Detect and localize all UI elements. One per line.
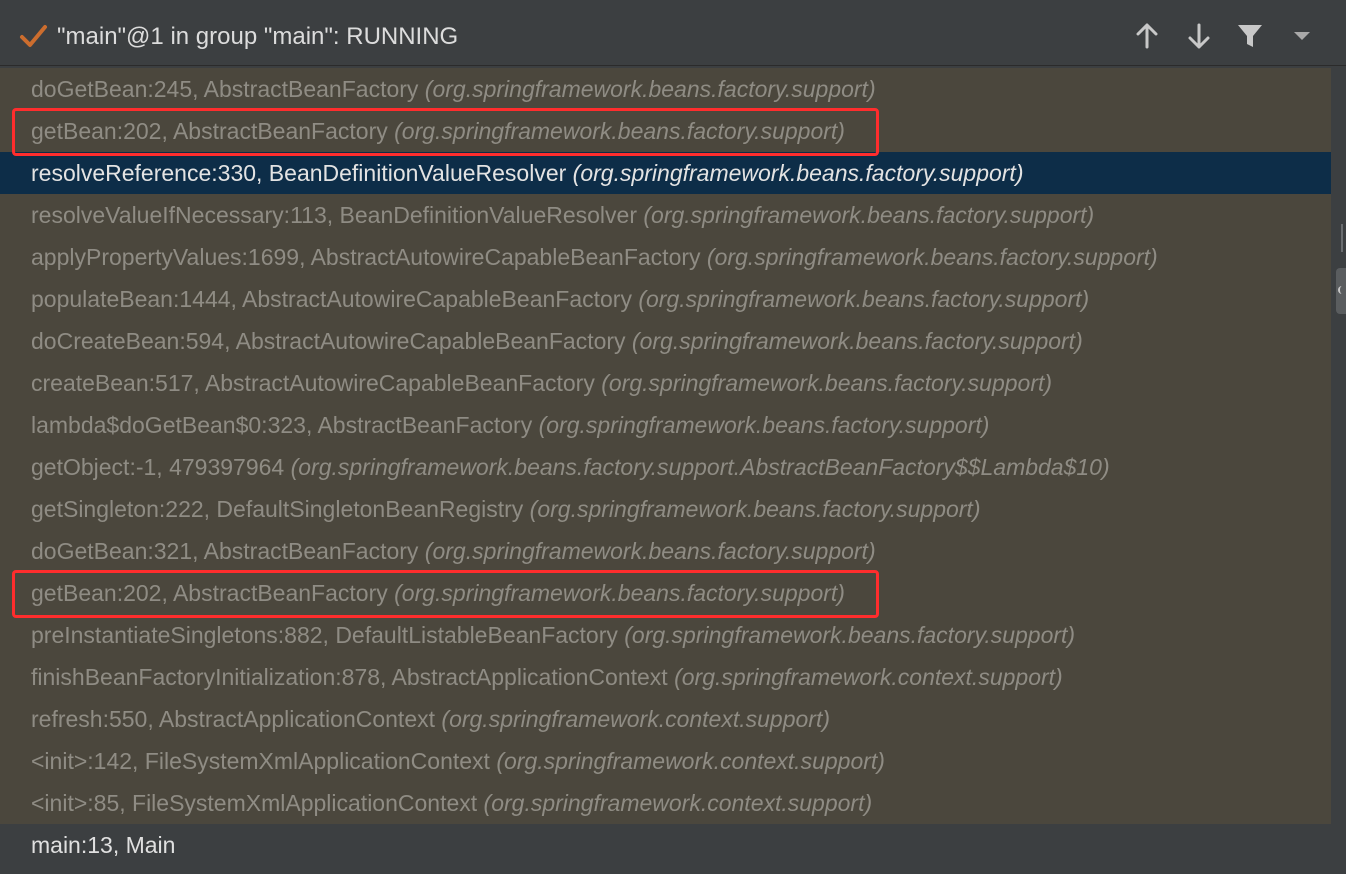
frame-method: <init>:142, FileSystemXmlApplicationCont… <box>31 748 490 774</box>
dropdown-button[interactable] <box>1284 18 1320 54</box>
highlight-box <box>12 108 879 156</box>
frame-method: finishBeanFactoryInitialization:878, Abs… <box>31 664 668 690</box>
stack-frame-row[interactable]: preInstantiateSingletons:882, DefaultLis… <box>0 614 1331 656</box>
frame-method: doCreateBean:594, AbstractAutowireCapabl… <box>31 328 626 354</box>
scrollbar-marker <box>1341 224 1343 252</box>
stack-frame-row[interactable]: resolveValueIfNecessary:113, BeanDefinit… <box>0 194 1331 236</box>
frame-package: (org.springframework.beans.factory.suppo… <box>601 370 1053 396</box>
up-arrow-icon <box>1136 23 1158 49</box>
frame-method: resolveReference:330, BeanDefinitionValu… <box>31 160 567 186</box>
frame-package: (org.springframework.beans.factory.suppo… <box>572 160 1024 186</box>
frame-package: (org.springframework.beans.factory.suppo… <box>290 454 1110 480</box>
stack-frame-row[interactable]: getObject:-1, 479397964 (org.springframe… <box>0 446 1331 488</box>
frame-package: (org.springframework.beans.factory.suppo… <box>624 622 1076 648</box>
frame-package: (org.springframework.beans.factory.suppo… <box>529 496 981 522</box>
frame-method: applyPropertyValues:1699, AbstractAutowi… <box>31 244 701 270</box>
stack-frame-row[interactable]: resolveReference:330, BeanDefinitionValu… <box>0 152 1331 194</box>
dropdown-icon <box>1294 32 1310 40</box>
stack-frame-row[interactable]: refresh:550, AbstractApplicationContext … <box>0 698 1331 740</box>
vertical-scrollbar[interactable] <box>1331 68 1346 874</box>
frame-package: (org.springframework.context.support) <box>441 706 831 732</box>
stack-frame-row[interactable]: lambda$doGetBean$0:323, AbstractBeanFact… <box>0 404 1331 446</box>
down-arrow-button[interactable] <box>1181 18 1217 54</box>
filter-button[interactable] <box>1232 18 1268 54</box>
frame-package: (org.springframework.beans.factory.suppo… <box>643 202 1095 228</box>
stack-frame-row[interactable]: populateBean:1444, AbstractAutowireCapab… <box>0 278 1331 320</box>
frame-method: doGetBean:321, AbstractBeanFactory <box>31 538 419 564</box>
frame-package: (org.springframework.context.support) <box>483 790 873 816</box>
frame-method: preInstantiateSingletons:882, DefaultLis… <box>31 622 618 648</box>
stack-frame-row[interactable]: finishBeanFactoryInitialization:878, Abs… <box>0 656 1331 698</box>
frame-method: refresh:550, AbstractApplicationContext <box>31 706 436 732</box>
stack-frame-row[interactable]: <init>:85, FileSystemXmlApplicationConte… <box>0 782 1331 824</box>
frame-method: resolveValueIfNecessary:113, BeanDefinit… <box>31 202 637 228</box>
frame-package: (org.springframework.beans.factory.suppo… <box>424 76 876 102</box>
filter-icon <box>1238 25 1262 47</box>
up-arrow-button[interactable] <box>1129 18 1165 54</box>
check-icon <box>20 25 47 47</box>
highlight-box <box>12 570 879 618</box>
stack-frame-row[interactable]: applyPropertyValues:1699, AbstractAutowi… <box>0 236 1331 278</box>
frame-package: (org.springframework.beans.factory.suppo… <box>638 286 1090 312</box>
stack-frame-row[interactable]: doCreateBean:594, AbstractAutowireCapabl… <box>0 320 1331 362</box>
frame-method: <init>:85, FileSystemXmlApplicationConte… <box>31 790 478 816</box>
frame-package: (org.springframework.beans.factory.suppo… <box>706 244 1158 270</box>
frame-method: createBean:517, AbstractAutowireCapableB… <box>31 370 595 396</box>
stack-frame-row[interactable]: doGetBean:245, AbstractBeanFactory (org.… <box>0 68 1331 110</box>
frame-package: (org.springframework.context.support) <box>496 748 885 774</box>
thread-header[interactable]: "main"@1 in group "main": RUNNING <box>0 0 1346 66</box>
debugger-frames-panel: "main"@1 in group "main": RUNNING doGetB… <box>0 0 1346 874</box>
frame-method: main:13, Main <box>31 832 176 858</box>
frame-method: doGetBean:245, AbstractBeanFactory <box>31 76 419 102</box>
down-arrow-icon <box>1188 23 1210 49</box>
stack-frames-list: doGetBean:245, AbstractBeanFactory (org.… <box>0 68 1331 824</box>
thread-title: "main"@1 in group "main": RUNNING <box>57 23 459 50</box>
stack-frame-main[interactable]: main:13, Main <box>0 824 1331 866</box>
stack-frame-row[interactable]: <init>:142, FileSystemXmlApplicationCont… <box>0 740 1331 782</box>
frame-package: (org.springframework.beans.factory.suppo… <box>538 412 990 438</box>
frame-method: getObject:-1, 479397964 <box>31 454 285 480</box>
frame-package: (org.springframework.beans.factory.suppo… <box>631 328 1083 354</box>
frame-method: getSingleton:222, DefaultSingletonBeanRe… <box>31 496 524 522</box>
side-tab-handle[interactable] <box>1336 268 1346 314</box>
stack-frame-row[interactable]: doGetBean:321, AbstractBeanFactory (org.… <box>0 530 1331 572</box>
frame-method: populateBean:1444, AbstractAutowireCapab… <box>31 286 632 312</box>
stack-frame-row[interactable]: createBean:517, AbstractAutowireCapableB… <box>0 362 1331 404</box>
frame-package: (org.springframework.context.support) <box>674 664 1063 690</box>
stack-frame-row[interactable]: getSingleton:222, DefaultSingletonBeanRe… <box>0 488 1331 530</box>
frame-method: lambda$doGetBean$0:323, AbstractBeanFact… <box>31 412 533 438</box>
frame-package: (org.springframework.beans.factory.suppo… <box>424 538 876 564</box>
